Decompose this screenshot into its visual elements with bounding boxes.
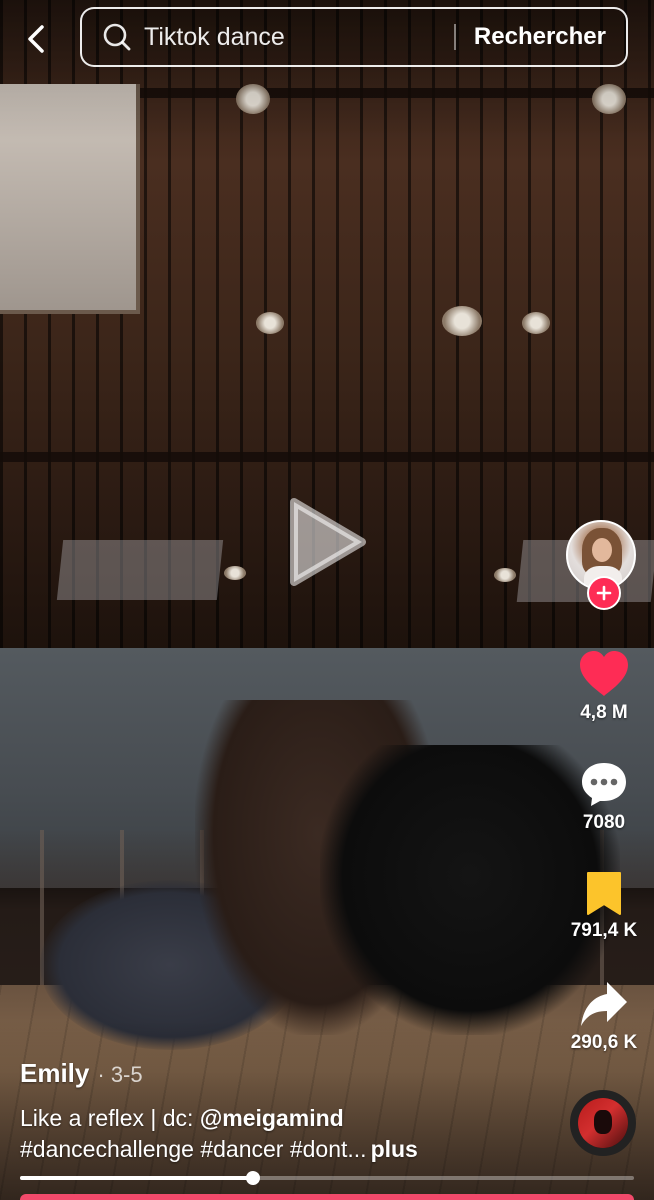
ceiling-panel <box>56 540 224 600</box>
play-icon[interactable] <box>284 494 368 590</box>
heart-icon <box>580 651 628 696</box>
caption-text: Like a reflex | dc: <box>20 1105 200 1131</box>
ceiling-light <box>224 566 246 580</box>
search-input[interactable]: Tiktok dance <box>144 23 454 52</box>
ceiling-light <box>494 568 516 582</box>
follow-button[interactable] <box>587 576 621 610</box>
author-name[interactable]: Emily <box>20 1058 89 1089</box>
ceiling-light <box>522 312 550 334</box>
caption-more-button[interactable]: plus <box>371 1136 418 1162</box>
share-count: 290,6 K <box>570 1032 638 1053</box>
ceiling-light <box>442 306 482 336</box>
comment-bubble-icon <box>582 763 626 806</box>
share-button[interactable]: 290,6 K <box>556 980 652 1054</box>
progress-fill <box>20 1176 254 1180</box>
ceiling-beam <box>0 452 654 462</box>
chevron-left-icon <box>28 25 44 53</box>
back-button[interactable] <box>14 16 60 62</box>
save-count: 791,4 K <box>570 920 638 941</box>
comment-button[interactable]: 7080 <box>556 760 652 834</box>
ceiling-light <box>256 312 284 334</box>
caption-hashtags-row: #dancechallenge #dancer #dont... plus <box>20 1136 418 1163</box>
author-row: Emily · 3-5 <box>20 1058 143 1089</box>
comment-count: 7080 <box>582 812 626 833</box>
search-submit-button[interactable]: Rechercher <box>456 23 626 51</box>
like-button[interactable]: 4,8 M <box>556 650 652 724</box>
video-progress-bar[interactable] <box>20 1171 634 1185</box>
caption-mention[interactable]: @meigamind <box>200 1105 344 1131</box>
save-button[interactable]: 791,4 K <box>556 870 652 942</box>
like-count: 4,8 M <box>580 702 628 723</box>
avatar-face <box>592 538 612 562</box>
post-date: · 3-5 <box>97 1062 143 1087</box>
caption: Like a reflex | dc: @meigamind <box>20 1105 344 1132</box>
search-icon <box>103 23 131 51</box>
search-bar[interactable]: Tiktok dance Rechercher <box>80 7 628 67</box>
bottom-accent-bar <box>20 1194 634 1200</box>
bookmark-icon <box>587 872 621 915</box>
music-cover-figure <box>594 1110 612 1134</box>
music-disc[interactable] <box>570 1090 636 1156</box>
plus-icon <box>596 585 612 601</box>
share-arrow-icon <box>581 982 627 1026</box>
caption-hashtags[interactable]: #dancechallenge #dancer #dont... <box>20 1136 367 1162</box>
